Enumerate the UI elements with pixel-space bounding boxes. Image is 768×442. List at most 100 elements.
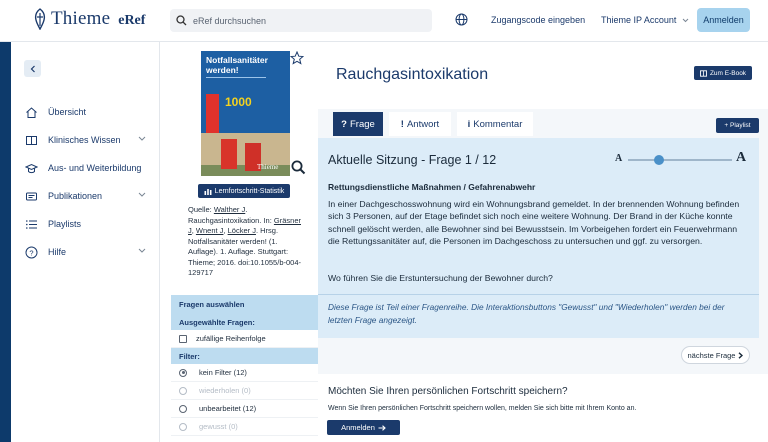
brand-stripe: [0, 0, 11, 442]
comment-glyph: i: [467, 118, 471, 130]
progress-statistics-label: Lernfortschritt-Statistik: [214, 187, 285, 195]
bar-chart-icon: [204, 188, 212, 195]
filter-radio[interactable]: [179, 368, 187, 377]
filter-radio: [179, 422, 187, 431]
search-input[interactable]: [193, 15, 413, 26]
cover-title: Notfallsanitäter werden!: [206, 55, 268, 75]
graduation-cap-icon: [24, 161, 38, 175]
editor-link[interactable]: Löcker J: [228, 226, 256, 235]
save-progress-title: Möchten Sie Ihren persönlichen Fortschri…: [328, 386, 568, 397]
chevron-down-icon: [683, 18, 689, 22]
sidebar-item-aus-weiterbildung[interactable]: Aus- und Weiterbildung: [11, 154, 160, 182]
filter-radio[interactable]: [179, 404, 187, 413]
question-series-note: Diese Frage ist Teil einer Fragenreihe. …: [328, 302, 725, 325]
question-filter-panel: Fragen auswählen Ausgewählte Fragen: zuf…: [171, 295, 318, 436]
sidebar-item-label: Übersicht: [48, 107, 87, 117]
book-column: Notfallsanitäter werden! 1000 Thieme Ler…: [160, 42, 318, 442]
account-label: Thieme IP Account: [601, 15, 677, 25]
logo-text: Thieme: [51, 8, 111, 29]
sidebar-item-playlists[interactable]: Playlists: [11, 210, 160, 238]
filter-option-none[interactable]: kein Filter (12): [171, 364, 318, 382]
to-ebook-button[interactable]: Zum E-Book: [694, 66, 752, 80]
page-title: Rauchgasintoxikation: [336, 66, 489, 83]
search-icon: [176, 15, 187, 26]
home-icon: [24, 105, 38, 119]
tab-label: Frage: [349, 118, 375, 130]
font-size-increase-icon[interactable]: A: [736, 150, 746, 166]
sidebar-item-label: Aus- und Weiterbildung: [48, 163, 142, 173]
save-login-label: Anmelden: [341, 423, 375, 432]
sidebar-item-label: Publikationen: [48, 191, 103, 201]
cover-photo-figure: [221, 139, 237, 169]
font-size-slider-handle[interactable]: [654, 155, 665, 165]
question-card: Aktuelle Sitzung - Frage 1 / 12 A A Rett…: [318, 138, 759, 338]
question-tabs: ? Frage ! Antwort i Kommentar: [333, 112, 533, 136]
tab-label: Kommentar: [473, 118, 523, 130]
save-progress-box: Möchten Sie Ihren persönlichen Fortschri…: [318, 374, 768, 442]
random-order-label: zufällige Reihenfolge: [196, 334, 266, 343]
filter-option-known: gewusst (0): [171, 418, 318, 436]
selected-questions-heading: Ausgewählte Fragen:: [171, 314, 318, 330]
sidebar-item-hilfe[interactable]: ? Hilfe: [11, 238, 160, 266]
filter-option-unprocessed[interactable]: unbearbeitet (12): [171, 400, 318, 418]
font-size-decrease-icon[interactable]: A: [615, 153, 622, 164]
filter-option-label: kein Filter (12): [199, 368, 247, 377]
tab-kommentar[interactable]: i Kommentar: [457, 112, 533, 136]
tab-antwort[interactable]: ! Antwort: [389, 112, 451, 136]
sidebar: Übersicht Klinisches Wissen Aus- und Wei…: [11, 42, 160, 442]
main-content: Rauchgasintoxikation Zum E-Book ? Frage …: [318, 42, 768, 442]
chevron-right-icon: [739, 351, 744, 359]
chevron-left-icon: [30, 65, 35, 72]
sidebar-item-label: Playlists: [48, 219, 82, 229]
filter-heading: Filter:: [171, 348, 318, 364]
star-icon[interactable]: [290, 51, 304, 65]
select-questions-heading: Fragen auswählen: [171, 295, 318, 314]
account-menu[interactable]: Thieme IP Account: [601, 15, 689, 25]
book-cover[interactable]: Notfallsanitäter werden! 1000 Thieme: [201, 51, 290, 176]
thieme-emblem-icon: [34, 8, 46, 30]
logo-sub: eRef: [118, 12, 146, 28]
answer-glyph: !: [400, 118, 404, 130]
progress-statistics-button[interactable]: Lernfortschritt-Statistik: [198, 184, 290, 198]
search-bar[interactable]: [170, 9, 432, 32]
filter-option-label: unbearbeitet (12): [199, 404, 257, 413]
tab-frage[interactable]: ? Frage: [333, 112, 383, 136]
author-link[interactable]: Walther J: [214, 205, 245, 214]
save-login-button[interactable]: Anmelden: [327, 420, 400, 435]
filter-option-label: wiederholen (0): [199, 386, 251, 395]
source-citation: Quelle: Walther J. Rauchgasintoxikation.…: [188, 205, 303, 279]
list-icon: [24, 217, 38, 231]
access-code-link[interactable]: Zugangscode eingeben: [491, 15, 585, 25]
sidebar-item-label: Hilfe: [48, 247, 67, 257]
globe-icon[interactable]: [455, 13, 468, 26]
publication-icon: [24, 189, 38, 203]
next-question-label: nächste Frage: [687, 350, 736, 360]
collapse-sidebar-button[interactable]: [24, 60, 41, 77]
arrow-right-icon: [378, 424, 386, 431]
sidebar-item-klinisches-wissen[interactable]: Klinisches Wissen: [11, 126, 160, 154]
add-playlist-button[interactable]: + Playlist: [716, 118, 759, 133]
chevron-down-icon: [138, 248, 146, 253]
sidebar-nav: Übersicht Klinisches Wissen Aus- und Wei…: [11, 98, 160, 266]
book-icon: [699, 69, 707, 77]
random-order-checkbox[interactable]: [179, 334, 187, 343]
font-size-slider[interactable]: [628, 159, 732, 161]
sidebar-item-publikationen[interactable]: Publikationen: [11, 182, 160, 210]
chevron-down-icon: [138, 192, 146, 197]
login-button[interactable]: Anmelden: [697, 8, 750, 32]
random-order-option[interactable]: zufällige Reihenfolge: [171, 330, 318, 348]
question-category: Rettungsdienstliche Maßnahmen / Gefahren…: [328, 182, 536, 192]
cover-number: 1000: [225, 95, 252, 109]
thieme-logo[interactable]: Thieme eRef: [33, 8, 145, 30]
zoom-icon[interactable]: [291, 160, 306, 175]
editor-link[interactable]: Wnent J: [196, 226, 224, 235]
cover-divider: [206, 77, 266, 91]
save-progress-text: Wenn Sie Ihren persönlichen Fortschritt …: [328, 405, 637, 412]
to-ebook-label: Zum E-Book: [709, 69, 747, 77]
book-icon: [24, 133, 38, 147]
question-glyph: ?: [341, 118, 347, 130]
help-icon: ?: [24, 245, 38, 259]
source-label: Quelle:: [188, 205, 212, 214]
sidebar-item-uebersicht[interactable]: Übersicht: [11, 98, 160, 126]
next-question-button[interactable]: nächste Frage: [681, 346, 750, 364]
